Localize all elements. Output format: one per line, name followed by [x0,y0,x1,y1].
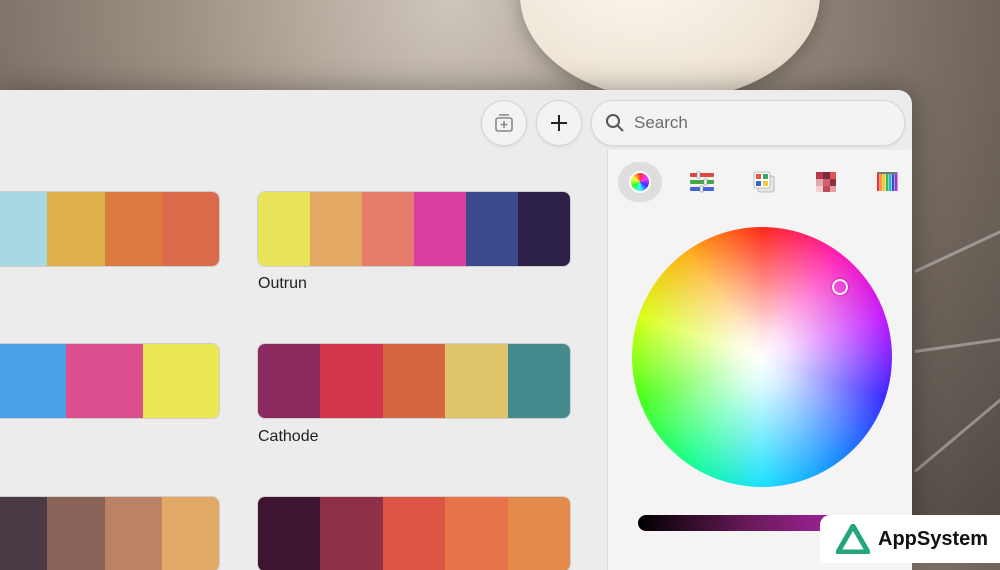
color-wheel[interactable] [632,227,892,487]
palette-color-swatch[interactable] [445,497,508,570]
palette-color-swatch[interactable] [466,192,518,266]
tab-color-wheel[interactable] [618,162,662,202]
color-picker-panel [607,150,912,570]
palette-color-swatch[interactable] [518,192,570,266]
palette-color-swatch[interactable] [104,497,162,570]
tab-pencils[interactable] [866,162,910,202]
plus-icon [551,115,567,131]
color-wheel-handle[interactable] [832,279,848,295]
palette-color-swatch[interactable] [382,344,446,418]
pencils-icon [877,172,898,191]
palette-color-swatch[interactable] [258,497,321,570]
palette-color-swatch[interactable] [0,192,48,266]
palette-color-swatch[interactable] [0,497,48,570]
palette-color-swatch[interactable] [258,344,321,418]
palette-color-swatch[interactable] [161,497,219,570]
palette-color-swatch[interactable] [507,497,570,570]
background-streak [914,333,1000,353]
watermark-text: AppSystem [878,527,989,550]
palette-color-swatch[interactable] [362,192,414,266]
color-palettes-icon [753,171,775,193]
appsystem-logo-icon [836,524,870,554]
appsystem-watermark: AppSystem [820,515,1000,563]
palette-swatch[interactable] [0,192,219,266]
tab-color-sliders[interactable] [680,162,724,202]
tab-image-palettes[interactable] [804,162,848,202]
search-field[interactable]: Search [591,100,905,146]
palette-color-swatch[interactable] [142,344,219,418]
palette-swatch[interactable] [258,192,570,266]
image-palette-icon [816,172,836,192]
palette-color-swatch[interactable] [507,344,570,418]
add-to-collection-icon [495,114,513,132]
background-streak [914,393,1000,473]
palette-label: Cathode [258,428,319,445]
color-sliders-icon [690,171,714,193]
add-palette-button[interactable] [536,100,582,146]
new-collection-button[interactable] [481,100,527,146]
search-placeholder: Search [634,113,688,132]
background-streak [914,219,1000,273]
palette-label: Outrun [258,275,307,292]
palette-color-swatch[interactable] [414,192,466,266]
palette-color-swatch[interactable] [47,497,105,570]
palette-color-swatch[interactable] [320,497,383,570]
background-orb [520,0,820,100]
app-window: Search Outrun Cathode [0,90,912,570]
palette-color-swatch[interactable] [382,497,446,570]
palette-color-swatch[interactable] [47,192,105,266]
palette-swatch[interactable] [258,344,570,418]
palette-swatch[interactable] [0,344,219,418]
palette-color-swatch[interactable] [320,344,383,418]
palette-swatch[interactable] [258,497,570,570]
palette-swatch[interactable] [0,497,219,570]
color-wheel-icon [629,171,651,193]
palette-color-swatch[interactable] [445,344,508,418]
palette-color-swatch[interactable] [0,344,67,418]
palette-color-swatch[interactable] [66,344,143,418]
palette-color-swatch[interactable] [104,192,162,266]
tab-color-palettes[interactable] [742,162,786,202]
palette-color-swatch[interactable] [161,192,219,266]
palette-color-swatch[interactable] [310,192,362,266]
palette-color-swatch[interactable] [258,192,310,266]
search-icon [606,114,624,132]
